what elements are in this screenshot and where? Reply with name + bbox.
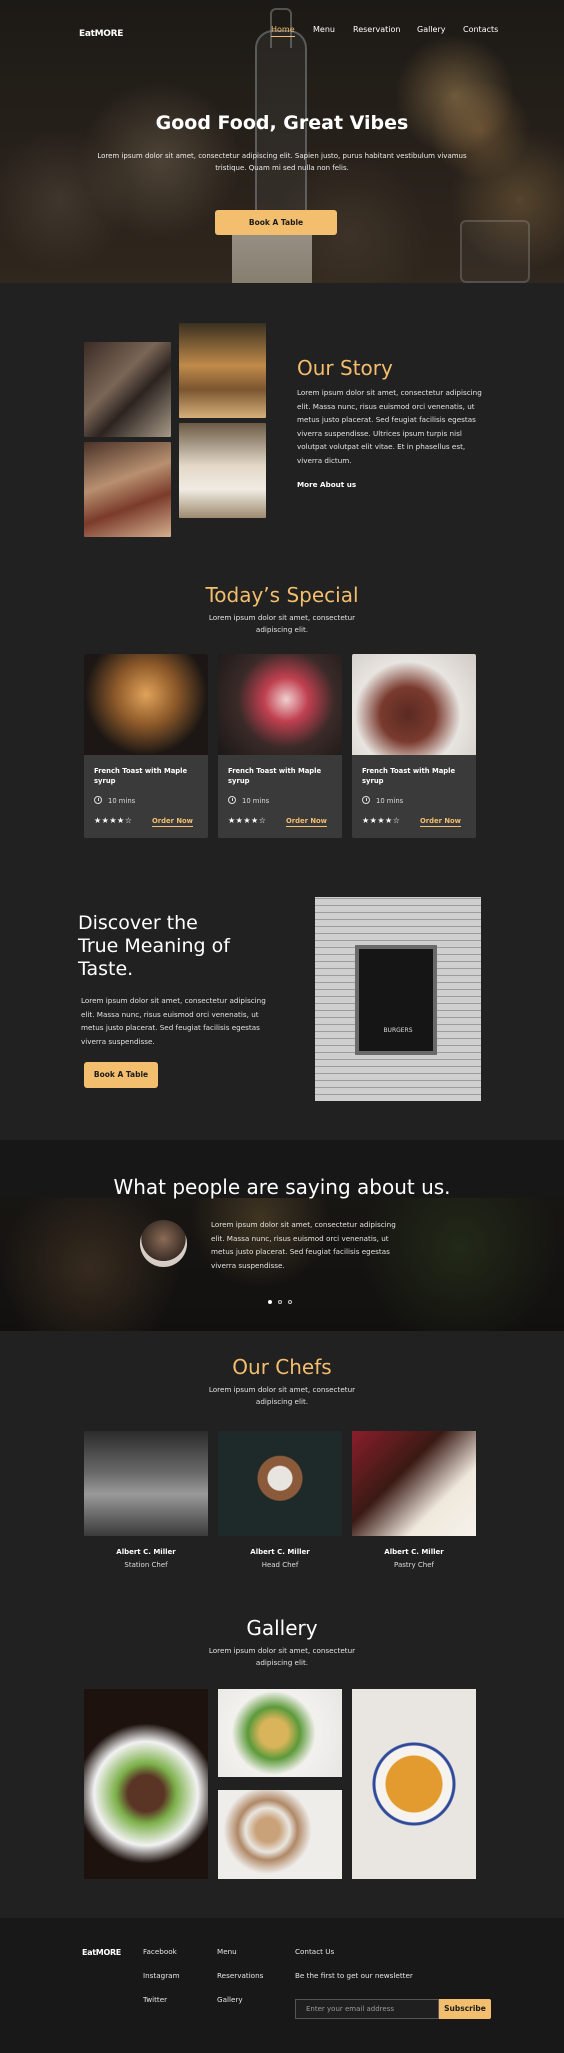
footer-contact-title[interactable]: Contact Us xyxy=(295,1947,334,1956)
more-about-link[interactable]: More About us xyxy=(297,480,356,489)
nav-home[interactable]: Home xyxy=(271,25,295,37)
chef-photo xyxy=(84,1431,208,1536)
special-card-title: French Toast with Maple syrup xyxy=(228,767,322,785)
discover-title-line: Taste. xyxy=(78,958,134,980)
testimonials-title: What people are saying about us. xyxy=(113,1175,451,1199)
testimonial-avatar xyxy=(140,1220,187,1267)
hero-title: Good Food, Great Vibes xyxy=(155,112,409,134)
chefs-subtitle: Lorem ipsum dolor sit amet, consectetur … xyxy=(208,1385,356,1406)
discover-title: Discover the True Meaning of Taste. xyxy=(78,912,230,981)
special-card-image xyxy=(352,654,476,755)
story-text: Lorem ipsum dolor sit amet, consectetur … xyxy=(297,388,482,465)
gallery-subtitle: Lorem ipsum dolor sit amet, consectetur … xyxy=(208,1646,356,1667)
gallery-photo-salad[interactable] xyxy=(218,1689,342,1777)
order-now-link[interactable]: Order Now xyxy=(420,817,461,827)
carousel-dot[interactable] xyxy=(268,1300,272,1304)
special-card-time: 10 mins xyxy=(228,796,269,805)
story-photo-wine-rack xyxy=(84,342,171,437)
story-photo-dinner xyxy=(84,442,171,537)
nav-contacts[interactable]: Contacts xyxy=(463,25,498,34)
logo[interactable]: EatMORE xyxy=(79,29,123,39)
discover-title-line: Discover the xyxy=(78,912,198,934)
subscribe-button[interactable]: Subscribe xyxy=(439,1999,491,2019)
clock-icon xyxy=(94,796,102,804)
footer-link-facebook[interactable]: Facebook xyxy=(143,1947,177,1956)
carousel-dot[interactable] xyxy=(278,1300,282,1304)
footer-link-reservations[interactable]: Reservations xyxy=(217,1971,263,1980)
discover-book-button[interactable]: Book A Table xyxy=(84,1062,158,1088)
footer-logo[interactable]: EatMORE xyxy=(82,1948,121,1957)
hero-section xyxy=(0,0,564,283)
time-label: 10 mins xyxy=(108,797,136,805)
footer-link-menu[interactable]: Menu xyxy=(217,1947,237,1956)
book-table-button[interactable]: Book A Table xyxy=(215,210,337,235)
story-title: Our Story xyxy=(297,356,393,380)
chef-name: Albert C. Miller xyxy=(116,1548,176,1556)
footer xyxy=(0,1918,564,2053)
hero-overlay xyxy=(0,0,564,283)
gallery-title: Gallery xyxy=(246,1616,318,1640)
chef-role: Head Chef xyxy=(261,1561,299,1569)
burgers-sign: BURGERS xyxy=(383,1027,413,1034)
special-card[interactable]: French Toast with Maple syrup 10 mins ★★… xyxy=(218,654,342,838)
order-now-link[interactable]: Order Now xyxy=(152,817,193,827)
rating-stars: ★★★★☆ xyxy=(362,816,401,825)
special-subtitle: Lorem ipsum dolor sit amet, consectetur … xyxy=(208,613,356,634)
special-card-image xyxy=(218,654,342,755)
hero-subtitle: Lorem ipsum dolor sit amet, consectetur … xyxy=(97,152,467,172)
discover-photo-brick-wall: BURGERS xyxy=(315,897,481,1101)
testimonial-quote: Lorem ipsum dolor sit amet, consectetur … xyxy=(211,1220,396,1270)
chef-role: Station Chef xyxy=(124,1561,168,1569)
special-card-image xyxy=(84,654,208,755)
clock-icon xyxy=(362,796,370,804)
gallery-photo-breakfast[interactable] xyxy=(218,1790,342,1879)
testimonial-dots xyxy=(268,1300,292,1304)
chef-photo xyxy=(218,1431,342,1536)
gallery-photo-soup[interactable] xyxy=(352,1689,476,1879)
newsletter-text: Be the first to get our newsletter xyxy=(295,1971,413,1980)
special-card-time: 10 mins xyxy=(362,796,403,805)
footer-link-instagram[interactable]: Instagram xyxy=(143,1971,180,1980)
footer-link-gallery[interactable]: Gallery xyxy=(217,1995,243,2004)
chef-role: Pastry Chef xyxy=(394,1561,434,1569)
gallery-photo-meatballs[interactable] xyxy=(84,1689,208,1879)
discover-title-line: True Meaning of xyxy=(78,935,230,957)
story-photo-interior xyxy=(179,323,266,418)
chef-name: Albert C. Miller xyxy=(250,1548,310,1556)
special-card-time: 10 mins xyxy=(94,796,135,805)
special-card[interactable]: French Toast with Maple syrup 10 mins ★★… xyxy=(84,654,208,838)
carousel-dot[interactable] xyxy=(288,1300,292,1304)
nav-menu[interactable]: Menu xyxy=(313,25,335,34)
story-photo-dessert xyxy=(179,423,266,518)
rating-stars: ★★★★☆ xyxy=(228,816,267,825)
clock-icon xyxy=(228,796,236,804)
special-card-title: French Toast with Maple syrup xyxy=(94,767,188,785)
time-label: 10 mins xyxy=(376,797,404,805)
window-frame xyxy=(355,945,437,1055)
chef-name: Albert C. Miller xyxy=(384,1548,444,1556)
special-card[interactable]: French Toast with Maple syrup 10 mins ★★… xyxy=(352,654,476,838)
page: EatMORE Home Menu Reservation Gallery Co… xyxy=(0,0,564,2053)
rating-stars: ★★★★☆ xyxy=(94,816,133,825)
chef-photo xyxy=(352,1431,476,1536)
special-card-title: French Toast with Maple syrup xyxy=(362,767,456,785)
nav-reservation[interactable]: Reservation xyxy=(353,25,400,34)
order-now-link[interactable]: Order Now xyxy=(286,817,327,827)
discover-text: Lorem ipsum dolor sit amet, consectetur … xyxy=(81,996,266,1046)
footer-link-twitter[interactable]: Twitter xyxy=(143,1995,167,2004)
chefs-title: Our Chefs xyxy=(232,1355,332,1379)
email-input[interactable]: Enter your email address xyxy=(295,1999,439,2019)
time-label: 10 mins xyxy=(242,797,270,805)
nav-gallery[interactable]: Gallery xyxy=(417,25,446,34)
special-title: Today’s Special xyxy=(205,583,359,607)
